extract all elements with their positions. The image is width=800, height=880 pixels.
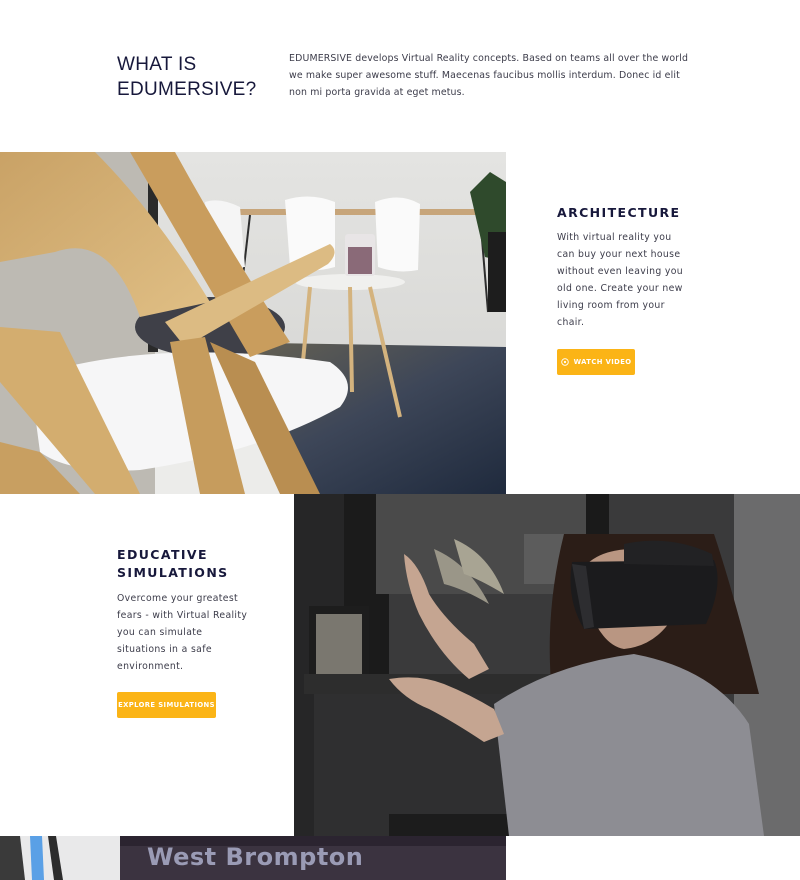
intro-paragraph: EDUMERSIVE develops Virtual Reality conc… bbox=[289, 53, 689, 98]
play-circle-icon bbox=[560, 358, 569, 366]
simulations-paragraph: Overcome your greatest fears - with Virt… bbox=[117, 593, 248, 672]
watch-video-label: WATCH VIDEO bbox=[573, 358, 632, 366]
explore-simulations-label: EXPLORE SIMULATIONS bbox=[118, 701, 215, 709]
simulations-heading-line2: SIMULATIONS bbox=[117, 565, 229, 580]
simulations-heading: EDUCATIVE SIMULATIONS bbox=[117, 546, 267, 582]
explore-simulations-button[interactable]: EXPLORE SIMULATIONS bbox=[117, 692, 216, 718]
intro-heading-line1: WHAT IS bbox=[117, 54, 197, 75]
architecture-heading: ARCHITECTURE bbox=[557, 205, 681, 220]
teaser-section: West Brompton bbox=[0, 836, 800, 880]
simulations-section: EDUCATIVE SIMULATIONS Overcome your grea… bbox=[0, 494, 800, 836]
architecture-image bbox=[0, 152, 506, 494]
vr-headset-image bbox=[294, 494, 800, 836]
intro-heading-line2: EDUMERSIVE? bbox=[117, 79, 257, 100]
station-sign-text: West Brompton bbox=[147, 843, 364, 871]
architecture-paragraph: With virtual reality you can buy your ne… bbox=[557, 232, 684, 328]
watch-video-button[interactable]: WATCH VIDEO bbox=[557, 349, 635, 375]
intro-heading: WHAT IS EDUMERSIVE? bbox=[117, 52, 267, 102]
simulations-heading-line1: EDUCATIVE bbox=[117, 547, 208, 562]
architecture-section: ARCHITECTURE With virtual reality you ca… bbox=[0, 152, 800, 494]
